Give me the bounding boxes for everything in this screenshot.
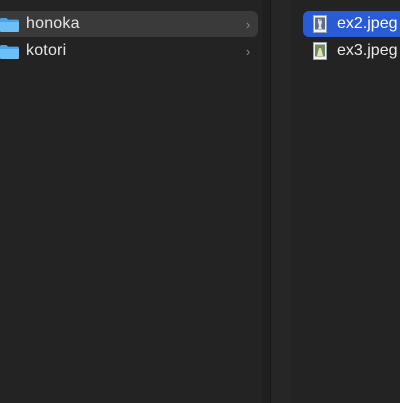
folder-label: honoka [26,15,80,32]
jpeg-file-icon [313,42,327,60]
column-resize-handle[interactable] [271,0,290,403]
file-label: ex3.jpeg [337,42,398,59]
file-label: ex2.jpeg [337,15,398,32]
file-row-ex2[interactable]: ex2.jpeg [303,11,400,37]
folder-row-kotori[interactable]: kotori › [0,38,258,64]
folder-icon [0,44,19,59]
chevron-right-icon: › [245,16,251,32]
finder-column-browser: honoka › kotori › ex2.jpeg ex3.jpeg [0,0,400,403]
folder-row-honoka[interactable]: honoka › [0,11,258,37]
jpeg-file-icon [313,15,327,33]
folder-label: kotori [26,42,67,59]
file-column[interactable]: ex2.jpeg ex3.jpeg [290,0,400,403]
folder-column[interactable]: honoka › kotori › [0,0,262,403]
chevron-right-icon: › [245,43,251,59]
file-row-ex3[interactable]: ex3.jpeg [303,38,400,64]
folder-icon [0,17,19,32]
